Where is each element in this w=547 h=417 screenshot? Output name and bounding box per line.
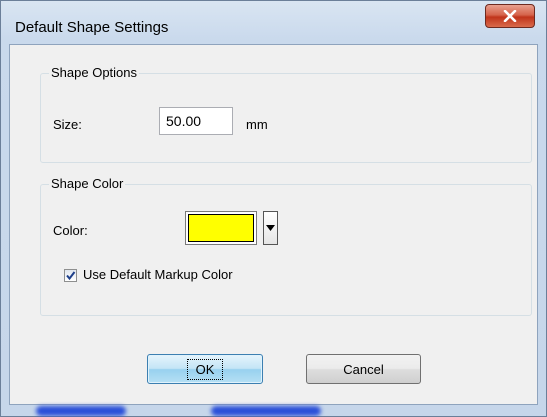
shape-color-group: Shape Color Color: Use Default Markup Co… (40, 176, 532, 316)
close-icon (503, 10, 517, 22)
shape-options-legend: Shape Options (49, 65, 140, 80)
color-dropdown-button[interactable] (263, 211, 278, 245)
taskbar-glow-left (36, 406, 126, 416)
taskbar-glow-right (211, 406, 321, 416)
size-label: Size: (53, 117, 82, 132)
color-picker-swatch[interactable] (185, 211, 257, 245)
dialog-client-area: Shape Options Size: 50.00 mm Shape Color… (9, 44, 538, 405)
size-input[interactable]: 50.00 (159, 107, 233, 135)
checkmark-icon (66, 271, 76, 281)
use-default-markup-color-label[interactable]: Use Default Markup Color (83, 267, 233, 282)
close-button[interactable] (485, 4, 535, 28)
dialog-window: Default Shape Settings Shape Options Siz… (0, 0, 547, 417)
cancel-button-label: Cancel (343, 361, 384, 377)
shape-options-group: Shape Options Size: 50.00 mm (40, 65, 532, 163)
use-default-markup-color-checkbox[interactable] (64, 269, 77, 282)
window-title: Default Shape Settings (15, 19, 169, 36)
title-bar[interactable]: Default Shape Settings (1, 1, 546, 45)
color-label: Color: (53, 223, 88, 238)
chevron-down-icon (266, 225, 275, 231)
shape-color-legend: Shape Color (49, 176, 126, 191)
size-unit-label: mm (246, 117, 268, 132)
ok-button[interactable]: OK (147, 354, 263, 384)
ok-button-label: OK (186, 358, 224, 380)
color-swatch-fill (188, 214, 254, 242)
use-default-label-text: Use Default Markup Color (83, 267, 233, 282)
cancel-button[interactable]: Cancel (306, 354, 421, 384)
